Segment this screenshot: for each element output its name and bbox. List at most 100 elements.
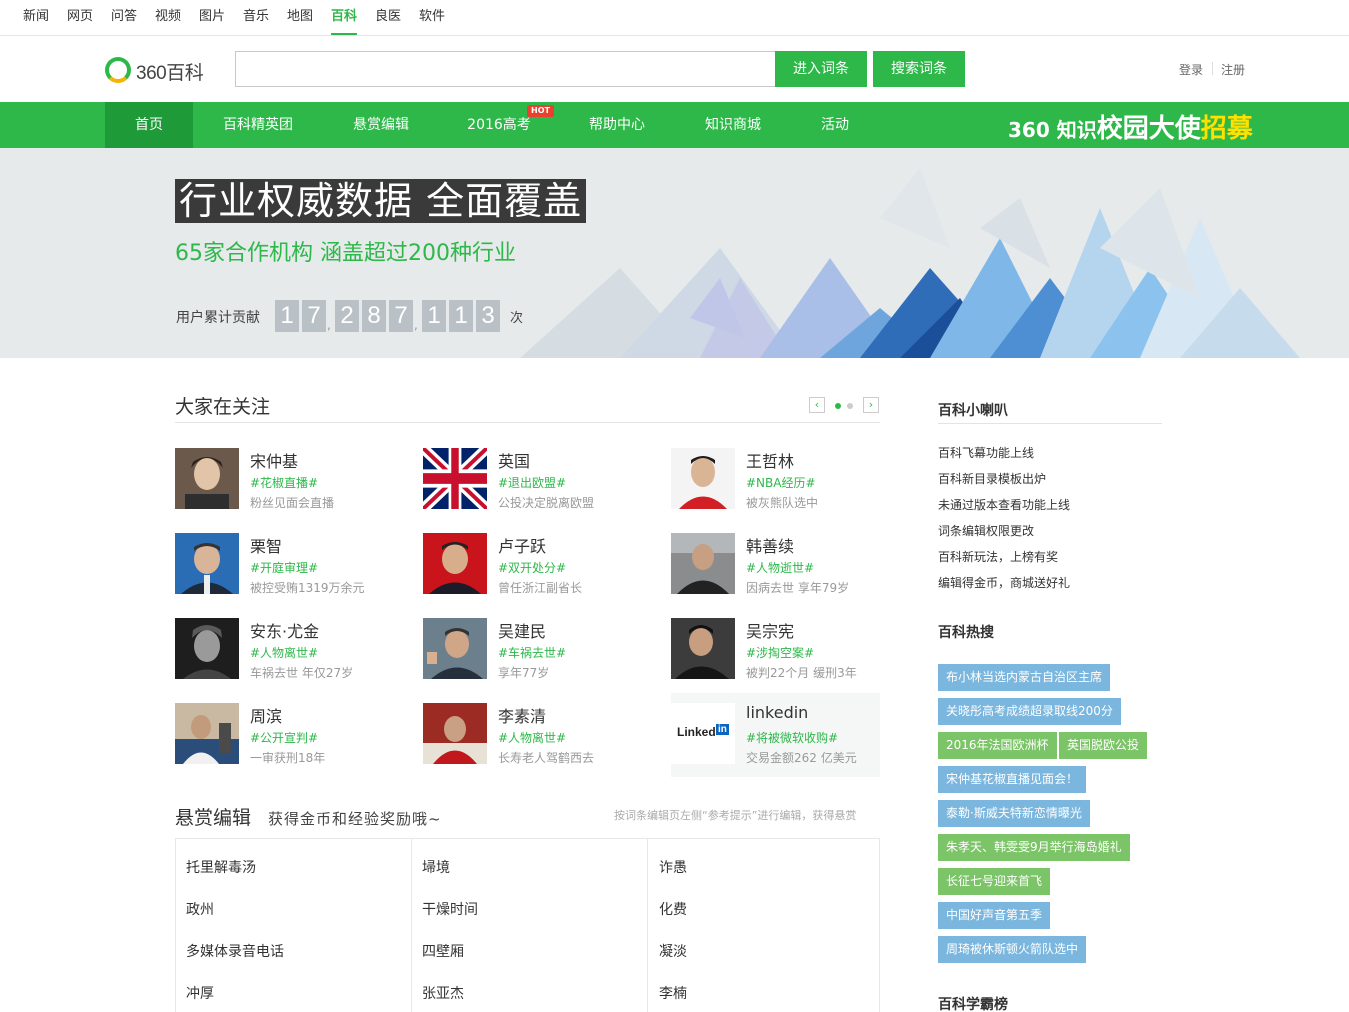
logo-ring-icon	[105, 57, 131, 83]
news-item[interactable]: 未通过版本查看功能上线	[938, 496, 1070, 513]
carousel-dot[interactable]	[847, 403, 853, 409]
focus-divider	[175, 422, 880, 423]
hot-search-tag[interactable]: 关晓彤高考成绩超录取线200分	[938, 698, 1121, 725]
news-item[interactable]: 编辑得金币，商城送好礼	[938, 574, 1070, 591]
bounty-entry[interactable]: 多媒体录音电话	[186, 941, 284, 961]
hot-search-title: 百科热搜	[938, 625, 994, 641]
search-input[interactable]	[235, 51, 776, 87]
bounty-entry[interactable]: 四壁厢	[422, 941, 464, 961]
topnav-baike[interactable]: 百科	[331, 0, 358, 35]
news-item[interactable]: 百科飞幕功能上线	[938, 444, 1034, 461]
next-arrow-icon[interactable]: ›	[863, 397, 879, 413]
person-tag[interactable]: #双开处分#	[498, 559, 566, 576]
nav-help[interactable]: 帮助中心	[576, 102, 658, 148]
company-name: linkedin	[746, 703, 809, 722]
person-card[interactable]: 卢子跃 #双开处分# 曾任浙江副省长	[423, 533, 633, 595]
topnav-health[interactable]: 良医	[375, 0, 401, 35]
person-tag[interactable]: #花椒直播#	[250, 474, 318, 491]
person-card[interactable]: 宋仲基 #花椒直播# 粉丝见面会直播	[175, 448, 385, 510]
promo-part3: 招募	[1200, 114, 1253, 144]
bounty-entry[interactable]: 凝淡	[659, 941, 687, 961]
hot-search-tag[interactable]: 长征七号迎来首飞	[938, 868, 1051, 895]
login-link[interactable]: 登录	[1179, 61, 1203, 78]
nav-elite[interactable]: 百科精英团	[210, 102, 306, 148]
person-photo	[175, 703, 239, 764]
bounty-entry[interactable]: 埽境	[422, 857, 450, 877]
person-tag[interactable]: #退出欧盟#	[498, 474, 566, 491]
person-card[interactable]: 安东·尤金 #人物离世# 车祸去世 年仅27岁	[175, 618, 385, 680]
bounty-hint: 按词条编辑页左侧“参考提示”进行编辑，获得悬赏	[614, 809, 857, 822]
counter-digit: 3	[476, 300, 500, 332]
hot-search-tag[interactable]: 宋仲基花椒直播见面会！	[938, 766, 1087, 793]
topnav-images[interactable]: 图片	[199, 0, 225, 35]
topnav-video[interactable]: 视频	[155, 0, 181, 35]
person-tag[interactable]: #人物逝世#	[746, 559, 814, 576]
person-tag[interactable]: #NBA经历#	[746, 474, 816, 491]
prev-arrow-icon[interactable]: ‹	[809, 397, 825, 413]
company-card[interactable]: Linked in linkedin #将被微软收购# 交易金额262 亿美元	[671, 693, 880, 777]
hot-search-tag[interactable]: 朱孝天、韩雯雯9月举行海岛婚礼	[938, 834, 1130, 861]
person-desc: 因病去世 享年79岁	[746, 581, 850, 595]
person-tag[interactable]: #开庭审理#	[250, 559, 318, 576]
register-link[interactable]: 注册	[1221, 61, 1245, 78]
hot-search-tag[interactable]: 布小林当选内蒙古自治区主席	[938, 664, 1111, 691]
company-tag[interactable]: #将被微软收购#	[746, 729, 838, 746]
bounty-entry[interactable]: 托里解毒汤	[186, 857, 256, 877]
topnav-music[interactable]: 音乐	[243, 0, 269, 35]
hot-search-tag[interactable]: 2016年法国欧洲杯	[938, 732, 1057, 759]
hot-search-tag[interactable]: 泰勒·斯威夫特新恋情曝光	[938, 800, 1090, 827]
person-card[interactable]: 英国 #退出欧盟# 公投决定脱离欧盟	[423, 448, 633, 510]
news-title: 百科小喇叭	[938, 403, 1008, 419]
ambassador-promo[interactable]: 360 知识校园大使招募	[1008, 108, 1253, 145]
person-desc: 公投决定脱离欧盟	[498, 496, 595, 510]
hot-search-tag[interactable]: 中国好声音第五季	[938, 902, 1051, 929]
person-card[interactable]: 韩善续 #人物逝世# 因病去世 享年79岁	[671, 533, 881, 595]
site-logo[interactable]: 360百科	[105, 57, 215, 84]
carousel-dot-active[interactable]	[835, 403, 841, 409]
bounty-entry[interactable]: 干燥时间	[422, 899, 478, 919]
person-tag[interactable]: #涉掏空案#	[746, 644, 814, 661]
person-desc: 一审获刑18年	[250, 751, 326, 765]
person-name: 宋仲基	[250, 452, 299, 471]
nav-mall[interactable]: 知识商城	[692, 102, 774, 148]
bounty-entry[interactable]: 冲厚	[186, 983, 214, 1003]
nav-activity[interactable]: 活动	[806, 102, 864, 148]
hot-badge: HOT	[527, 105, 554, 117]
bounty-entry[interactable]: 诈愚	[659, 857, 687, 877]
person-name: 李素清	[498, 707, 547, 726]
news-item[interactable]: 百科新玩法，上榜有奖	[938, 548, 1058, 565]
topnav-software[interactable]: 软件	[419, 0, 445, 35]
person-card[interactable]: 王哲林 #NBA经历# 被灰熊队选中	[671, 448, 881, 510]
person-tag[interactable]: #车祸去世#	[498, 644, 566, 661]
person-desc: 粉丝见面会直播	[250, 496, 335, 510]
bounty-entry[interactable]: 化费	[659, 899, 687, 919]
person-tag[interactable]: #公开宣判#	[250, 729, 318, 746]
enter-entry-button[interactable]: 进入词条	[775, 51, 867, 87]
topnav-map[interactable]: 地图	[287, 0, 313, 35]
topnav-web[interactable]: 网页	[67, 0, 93, 35]
topnav-news[interactable]: 新闻	[23, 0, 49, 35]
hot-search-tag[interactable]: 英国脱欧公投	[1059, 732, 1148, 759]
bounty-entry[interactable]: 李楠	[659, 983, 687, 1003]
hot-search-tag[interactable]: 周琦被休斯顿火箭队选中	[938, 936, 1087, 963]
nav-home[interactable]: 首页	[105, 102, 193, 148]
news-item[interactable]: 百科新目录模板出炉	[938, 470, 1046, 487]
news-item[interactable]: 词条编辑权限更改	[938, 522, 1034, 539]
person-card[interactable]: 李素清 #人物离世# 长寿老人驾鹤西去	[423, 703, 633, 765]
person-photo	[175, 533, 239, 594]
search-entry-button[interactable]: 搜索词条	[873, 51, 965, 87]
person-card[interactable]: 栗智 #开庭审理# 被控受贿1319万余元	[175, 533, 385, 595]
person-tag[interactable]: #人物离世#	[250, 644, 318, 661]
counter-separator: ,	[414, 318, 418, 332]
counter-digit: 1	[275, 300, 299, 332]
person-tag[interactable]: #人物离世#	[498, 729, 566, 746]
person-card[interactable]: 吴宗宪 #涉掏空案# 被判22个月 缓刑3年	[671, 618, 881, 680]
topnav-qa[interactable]: 问答	[111, 0, 137, 35]
nav-bounty[interactable]: 悬赏编辑	[340, 102, 422, 148]
person-name: 韩善续	[746, 537, 795, 556]
bounty-entry[interactable]: 政州	[186, 899, 214, 919]
person-card[interactable]: 吴建民 #车祸去世# 享年77岁	[423, 618, 633, 680]
bounty-entry[interactable]: 张亚杰	[422, 983, 464, 1003]
person-name: 英国	[498, 452, 531, 471]
person-card[interactable]: 周滨 #公开宣判# 一审获刑18年	[175, 703, 385, 765]
